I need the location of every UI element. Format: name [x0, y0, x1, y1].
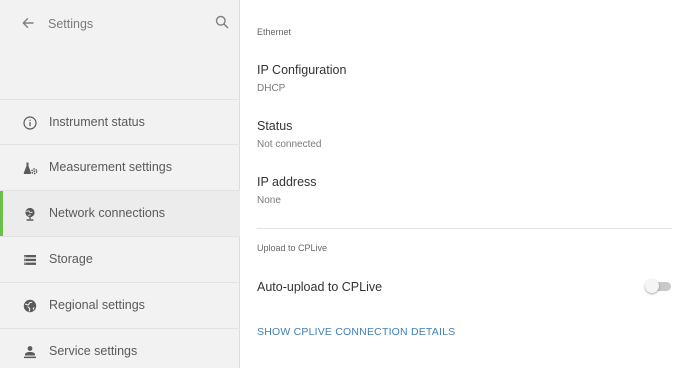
settings-sidebar: Settings Instrument status Measurement s…: [0, 0, 240, 368]
settings-nav: Instrument status Measurement settings N…: [0, 99, 240, 368]
sidebar-item-measurement-settings[interactable]: Measurement settings: [0, 145, 240, 191]
upload-section-header: Upload to CPLive: [257, 243, 328, 253]
info-icon: [22, 115, 38, 131]
ip-configuration-value: DHCP: [257, 83, 286, 94]
sidebar-item-label: Instrument status: [49, 115, 145, 129]
sidebar-item-label: Service settings: [49, 344, 138, 358]
sidebar-item-label: Storage: [49, 252, 93, 266]
auto-upload-label: Auto-upload to CPLive: [257, 280, 383, 294]
sidebar-item-service-settings[interactable]: Service settings: [0, 329, 240, 368]
flask-gear-icon: [22, 160, 38, 176]
sidebar-item-regional-settings[interactable]: Regional settings: [0, 283, 240, 329]
sidebar-item-network-connections[interactable]: Network connections: [0, 191, 240, 237]
sidebar-title: Settings: [48, 17, 94, 31]
sidebar-item-label: Regional settings: [49, 298, 145, 312]
sidebar-item-instrument-status[interactable]: Instrument status: [0, 99, 240, 145]
sidebar-item-label: Network connections: [49, 206, 166, 220]
arrow-left-icon[interactable]: [20, 15, 36, 31]
ethernet-section-header: Ethernet: [257, 27, 292, 37]
auto-upload-toggle[interactable]: [645, 279, 671, 293]
status-label: Status: [257, 119, 293, 133]
status-setting: Status Not connected: [257, 119, 322, 150]
ip-address-setting: IP address None: [257, 175, 317, 206]
search-icon[interactable]: [214, 14, 230, 30]
ip-configuration-label: IP Configuration: [257, 63, 347, 77]
section-divider: [257, 228, 672, 229]
ip-address-label: IP address: [257, 175, 317, 189]
network-settings-panel: Ethernet IP Configuration DHCP Status No…: [240, 0, 680, 368]
status-value: Not connected: [257, 139, 322, 150]
sidebar-item-storage[interactable]: Storage: [0, 237, 240, 283]
show-cplive-details-button[interactable]: SHOW CPLIVE CONNECTION DETAILS: [257, 326, 455, 338]
world-icon: [22, 298, 38, 314]
globe-stand-icon: [22, 206, 38, 222]
sidebar-header: Settings: [0, 0, 240, 50]
service-icon: [22, 344, 38, 360]
toggle-thumb: [645, 279, 659, 293]
ip-address-value: None: [257, 195, 281, 206]
sidebar-item-label: Measurement settings: [49, 160, 172, 174]
ip-configuration-setting[interactable]: IP Configuration DHCP: [257, 63, 346, 94]
storage-icon: [22, 252, 38, 268]
